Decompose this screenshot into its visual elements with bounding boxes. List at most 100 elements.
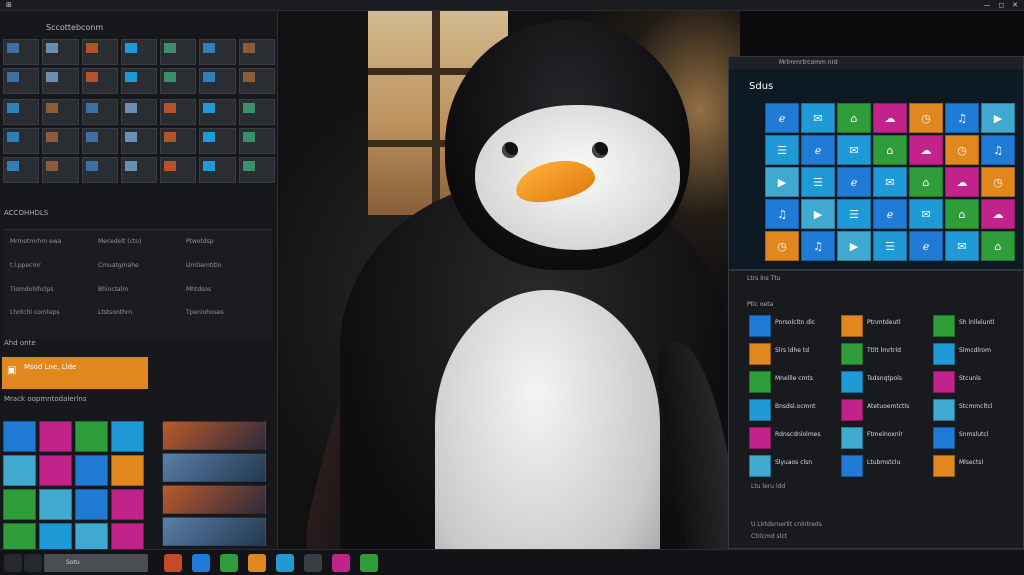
- taskbar-app-icon[interactable]: [304, 554, 322, 572]
- live-tile[interactable]: ⌂: [873, 135, 907, 165]
- windows-logo-icon[interactable]: ⊞: [6, 1, 12, 9]
- thumbnail[interactable]: [3, 68, 40, 94]
- thumbnail[interactable]: [42, 99, 79, 125]
- thumbnail[interactable]: [238, 39, 275, 65]
- app-tile[interactable]: [39, 455, 72, 486]
- thumbnail[interactable]: [3, 99, 40, 125]
- list-row[interactable]: Rdnscdnlolmes Ftmelnoxnlr Snmslutcl: [749, 427, 1019, 451]
- live-tile[interactable]: ♫: [981, 135, 1015, 165]
- live-tile[interactable]: ▶: [837, 231, 871, 261]
- app-tile[interactable]: [75, 489, 108, 520]
- live-tile[interactable]: ✉: [873, 167, 907, 197]
- live-tile[interactable]: ◷: [765, 231, 799, 261]
- photo-tile[interactable]: [162, 517, 266, 546]
- thumbnail[interactable]: [120, 157, 158, 183]
- live-tile[interactable]: ☁: [909, 135, 943, 165]
- live-tile[interactable]: ▶: [981, 103, 1015, 133]
- taskbar-app-icon[interactable]: [192, 554, 210, 572]
- live-tile[interactable]: ⌂: [837, 103, 871, 133]
- live-tile[interactable]: ♫: [945, 103, 979, 133]
- app-tile[interactable]: [3, 421, 36, 452]
- thumbnail[interactable]: [42, 128, 79, 154]
- thumbnail[interactable]: [81, 99, 118, 125]
- live-tile[interactable]: ⌂: [909, 167, 943, 197]
- live-tile[interactable]: ⌂: [981, 231, 1015, 261]
- live-tile[interactable]: ☁: [945, 167, 979, 197]
- thumbnail[interactable]: [120, 39, 158, 65]
- live-tile[interactable]: ◷: [909, 103, 943, 133]
- live-tile[interactable]: ☁: [873, 103, 907, 133]
- photo-tile[interactable]: [162, 421, 266, 450]
- thumbnail[interactable]: [160, 157, 197, 183]
- taskbar-app-icon[interactable]: [276, 554, 294, 572]
- live-tile[interactable]: ◷: [945, 135, 979, 165]
- thumbnail[interactable]: [3, 157, 40, 183]
- live-tile[interactable]: ☰: [801, 167, 835, 197]
- thumbnail[interactable]: [81, 128, 118, 154]
- taskbar-app-icon[interactable]: [360, 554, 378, 572]
- list-row[interactable]: Bnsdsl.ocmnt Atetuoemtctls Stcmmcltcl: [749, 399, 1019, 423]
- tree-item[interactable]: Mecedelt (cto): [98, 238, 178, 260]
- thumbnail[interactable]: [81, 68, 118, 94]
- thumbnail[interactable]: [3, 128, 40, 154]
- list-row[interactable]: Mnellle cmts Tsdsnqtpols Stcunls: [749, 371, 1019, 395]
- tree-item[interactable]: Mrmotmrhm ewa: [10, 238, 90, 260]
- thumbnail[interactable]: [199, 68, 236, 94]
- thumbnail[interactable]: [160, 99, 197, 125]
- live-tile[interactable]: ⌂: [945, 199, 979, 229]
- tree-item[interactable]: Ltstsonthrn: [98, 309, 178, 331]
- live-tile[interactable]: ▶: [765, 167, 799, 197]
- task-view-icon[interactable]: [24, 554, 42, 572]
- live-tile[interactable]: ℯ: [837, 167, 871, 197]
- app-tile[interactable]: [3, 489, 36, 520]
- live-tile[interactable]: ♫: [765, 199, 799, 229]
- thumbnail[interactable]: [81, 157, 118, 183]
- app-tile[interactable]: [75, 421, 108, 452]
- thumbnail[interactable]: [42, 157, 79, 183]
- live-tile[interactable]: ◷: [981, 167, 1015, 197]
- minimize-icon[interactable]: —: [983, 1, 990, 9]
- taskbar-app-icon[interactable]: [248, 554, 266, 572]
- live-tile[interactable]: ✉: [945, 231, 979, 261]
- thumbnail[interactable]: [120, 99, 158, 125]
- tree-item[interactable]: Bhinctalm: [98, 286, 178, 308]
- tree-item[interactable]: t.l.ppecmr: [10, 262, 90, 284]
- tree-item[interactable]: Lhotchl comteps: [10, 309, 90, 331]
- live-tile[interactable]: ☰: [765, 135, 799, 165]
- tree-item[interactable]: Umtiemtitlo: [186, 262, 266, 284]
- live-tile[interactable]: ▶: [801, 199, 835, 229]
- photo-tile[interactable]: [162, 485, 266, 514]
- app-tile[interactable]: [39, 489, 72, 520]
- taskbar-search-box[interactable]: Sotu: [44, 554, 148, 572]
- thumbnail[interactable]: [238, 128, 275, 154]
- live-tile[interactable]: ✉: [801, 103, 835, 133]
- tree-item[interactable]: Ptwotdsp: [186, 238, 266, 260]
- tree-item[interactable]: Mhtdsos: [186, 286, 266, 308]
- tree-item[interactable]: Cmuatgmahe: [98, 262, 178, 284]
- app-tile[interactable]: [3, 455, 36, 486]
- thumbnail[interactable]: [199, 39, 236, 65]
- tree-item[interactable]: Tlomdohlhclps: [10, 286, 90, 308]
- live-tile[interactable]: ℯ: [801, 135, 835, 165]
- live-tile[interactable]: ℯ: [765, 103, 799, 133]
- thumbnail[interactable]: [199, 128, 236, 154]
- list-row[interactable]: Slyuaos clsn Ltubmstclu Mlsectsl: [749, 455, 1019, 479]
- live-tile[interactable]: ℯ: [909, 231, 943, 261]
- thumbnail[interactable]: [199, 99, 236, 125]
- thumbnail[interactable]: [42, 39, 79, 65]
- photo-tile[interactable]: [162, 453, 266, 482]
- app-tile[interactable]: [111, 489, 144, 520]
- app-tile[interactable]: [75, 455, 108, 486]
- thumbnail[interactable]: [120, 128, 158, 154]
- app-tile[interactable]: [111, 421, 144, 452]
- live-tile[interactable]: ✉: [837, 135, 871, 165]
- taskbar-app-icon[interactable]: [332, 554, 350, 572]
- live-tile[interactable]: ℯ: [873, 199, 907, 229]
- thumbnail[interactable]: [81, 39, 118, 65]
- live-tile[interactable]: ☰: [873, 231, 907, 261]
- live-tile[interactable]: ☁: [981, 199, 1015, 229]
- thumbnail[interactable]: [238, 157, 275, 183]
- thumbnail[interactable]: [120, 68, 158, 94]
- featured-tile[interactable]: ▣ Msod Lne, Llde: [2, 357, 148, 389]
- thumbnail[interactable]: [238, 99, 275, 125]
